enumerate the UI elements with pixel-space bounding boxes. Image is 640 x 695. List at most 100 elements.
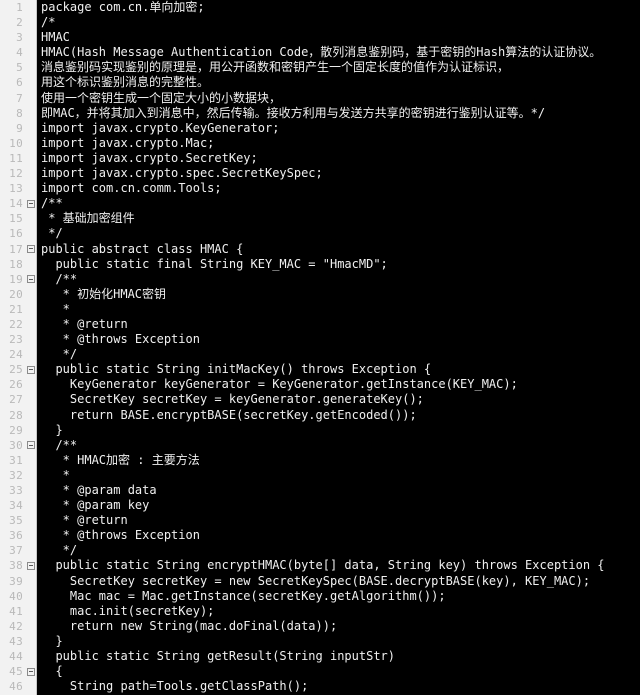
line-number: 38 [9, 559, 23, 573]
line-number: 42 [9, 619, 23, 633]
code-line[interactable]: package com.cn.单向加密; [41, 0, 640, 15]
line-number: 45 [9, 665, 23, 679]
fold-slot[interactable] [26, 664, 36, 679]
code-line[interactable]: 用这个标识鉴别消息的完整性。 [41, 75, 640, 90]
line-number: 16 [9, 227, 23, 241]
code-line[interactable]: 消息鉴别码实现鉴别的原理是，用公开函数和密钥产生一个固定长度的值作为认证标识， [41, 60, 640, 75]
code-line[interactable]: SecretKey secretKey = keyGenerator.gener… [41, 392, 640, 407]
code-line[interactable]: * @param data [41, 483, 640, 498]
code-line[interactable]: 即MAC，并将其加入到消息中，然后传输。接收方利用与发送方共享的密钥进行鉴别认证… [41, 106, 640, 121]
code-line[interactable]: * 基础加密组件 [41, 211, 640, 226]
code-line[interactable]: String path=Tools.getClassPath(); [41, 679, 640, 694]
code-line[interactable]: * @param key [41, 498, 640, 513]
fold-slot[interactable] [26, 196, 36, 211]
fold-collapse-icon[interactable] [27, 667, 35, 676]
line-number: 23 [9, 333, 23, 347]
line-number: 31 [9, 453, 23, 467]
code-line[interactable]: SecretKey secretKey = new SecretKeySpec(… [41, 574, 640, 589]
code-line[interactable]: return new String(mac.doFinal(data)); [41, 619, 640, 634]
line-number: 17 [9, 242, 23, 256]
code-line[interactable]: import javax.crypto.SecretKey; [41, 151, 640, 166]
code-line[interactable]: import javax.crypto.KeyGenerator; [41, 121, 640, 136]
code-line[interactable]: mac.init(secretKey); [41, 604, 640, 619]
fold-slot [26, 679, 36, 694]
code-line[interactable]: /** [41, 272, 640, 287]
code-text-area[interactable]: package com.cn.单向加密;/* HMAC HMAC(Hash Mess… [37, 0, 640, 695]
fold-collapse-icon[interactable] [27, 365, 35, 374]
line-number: 1 [16, 1, 23, 14]
line-number: 34 [9, 499, 23, 513]
line-number: 19 [9, 272, 23, 286]
fold-slot [26, 543, 36, 558]
fold-collapse-icon[interactable] [27, 441, 35, 450]
line-number: 9 [16, 121, 23, 135]
line-number: 22 [9, 317, 23, 331]
fold-slot[interactable] [26, 362, 36, 377]
fold-slot [26, 121, 36, 136]
code-line[interactable]: HMAC [41, 30, 640, 45]
line-number: 21 [9, 302, 23, 316]
fold-slot [26, 166, 36, 181]
line-number: 24 [9, 348, 23, 362]
code-line[interactable]: /** [41, 438, 640, 453]
fold-slot [26, 30, 36, 45]
code-line[interactable]: * @throws Exception [41, 528, 640, 543]
code-line[interactable]: /** [41, 196, 640, 211]
line-number: 14 [9, 197, 23, 211]
line-number: 25 [9, 363, 23, 377]
line-number-gutter: 1 2 3 4 5 6 7 8 9 10 11 12 13 14 15 16 17 18 19 20 21 22 23 24 2… [0, 0, 26, 695]
code-line[interactable]: public static String initMacKey() throws… [41, 362, 640, 377]
code-line[interactable]: public static String encryptHMAC(byte[] … [41, 558, 640, 573]
fold-slot[interactable] [26, 242, 36, 257]
code-line[interactable]: /* [41, 15, 640, 30]
code-editor[interactable]: 1 2 3 4 5 6 7 8 9 10 11 12 13 14 15 16 17 18 19 20 21 22 23 24 2… [0, 0, 640, 695]
code-line[interactable]: Mac mac = Mac.getInstance(secretKey.getA… [41, 589, 640, 604]
code-line[interactable]: { [41, 664, 640, 679]
fold-slot [26, 317, 36, 332]
code-line[interactable]: import com.cn.comm.Tools; [41, 181, 640, 196]
fold-collapse-icon[interactable] [27, 275, 35, 284]
code-line[interactable]: public static String getResult(String in… [41, 649, 640, 664]
line-number: 41 [9, 604, 23, 618]
line-number: 46 [9, 680, 23, 694]
code-line[interactable]: * [41, 468, 640, 483]
line-number: 28 [9, 408, 23, 422]
code-line[interactable]: } [41, 634, 640, 649]
fold-slot [26, 453, 36, 468]
line-number: 13 [9, 182, 23, 196]
code-line[interactable]: } [41, 423, 640, 438]
code-line[interactable]: */ [41, 226, 640, 241]
code-line[interactable]: import javax.crypto.Mac; [41, 136, 640, 151]
fold-slot [26, 106, 36, 121]
fold-collapse-icon[interactable] [27, 199, 35, 208]
fold-slot[interactable] [26, 558, 36, 573]
fold-slot[interactable] [26, 272, 36, 287]
code-line[interactable]: HMAC(Hash Message Authentication Code，散列… [41, 45, 640, 60]
code-line[interactable]: return BASE.encryptBASE(secretKey.getEnc… [41, 408, 640, 423]
fold-slot [26, 483, 36, 498]
code-line[interactable]: */ [41, 543, 640, 558]
line-number: 27 [9, 393, 23, 407]
code-line[interactable]: */ [41, 347, 640, 362]
fold-slot [26, 468, 36, 483]
line-number: 44 [9, 650, 23, 664]
code-line[interactable]: * @throws Exception [41, 332, 640, 347]
fold-slot[interactable] [26, 438, 36, 453]
fold-slot [26, 634, 36, 649]
fold-collapse-icon[interactable] [27, 244, 35, 253]
line-number: 18 [9, 257, 23, 271]
code-line[interactable]: public abstract class HMAC { [41, 242, 640, 257]
fold-slot [26, 287, 36, 302]
code-line[interactable]: * 初始化HMAC密钥 [41, 287, 640, 302]
code-line[interactable]: * HMAC加密 : 主要方法 [41, 453, 640, 468]
fold-collapse-icon[interactable] [27, 561, 35, 570]
code-line[interactable]: * @return [41, 317, 640, 332]
code-line[interactable]: * [41, 302, 640, 317]
code-line[interactable]: 使用一个密钥生成一个固定大小的小数据块， [41, 91, 640, 106]
code-folding-strip[interactable] [26, 0, 37, 695]
fold-slot [26, 151, 36, 166]
code-line[interactable]: import javax.crypto.spec.SecretKeySpec; [41, 166, 640, 181]
code-line[interactable]: KeyGenerator keyGenerator = KeyGenerator… [41, 377, 640, 392]
code-line[interactable]: * @return [41, 513, 640, 528]
code-line[interactable]: public static final String KEY_MAC = "Hm… [41, 257, 640, 272]
